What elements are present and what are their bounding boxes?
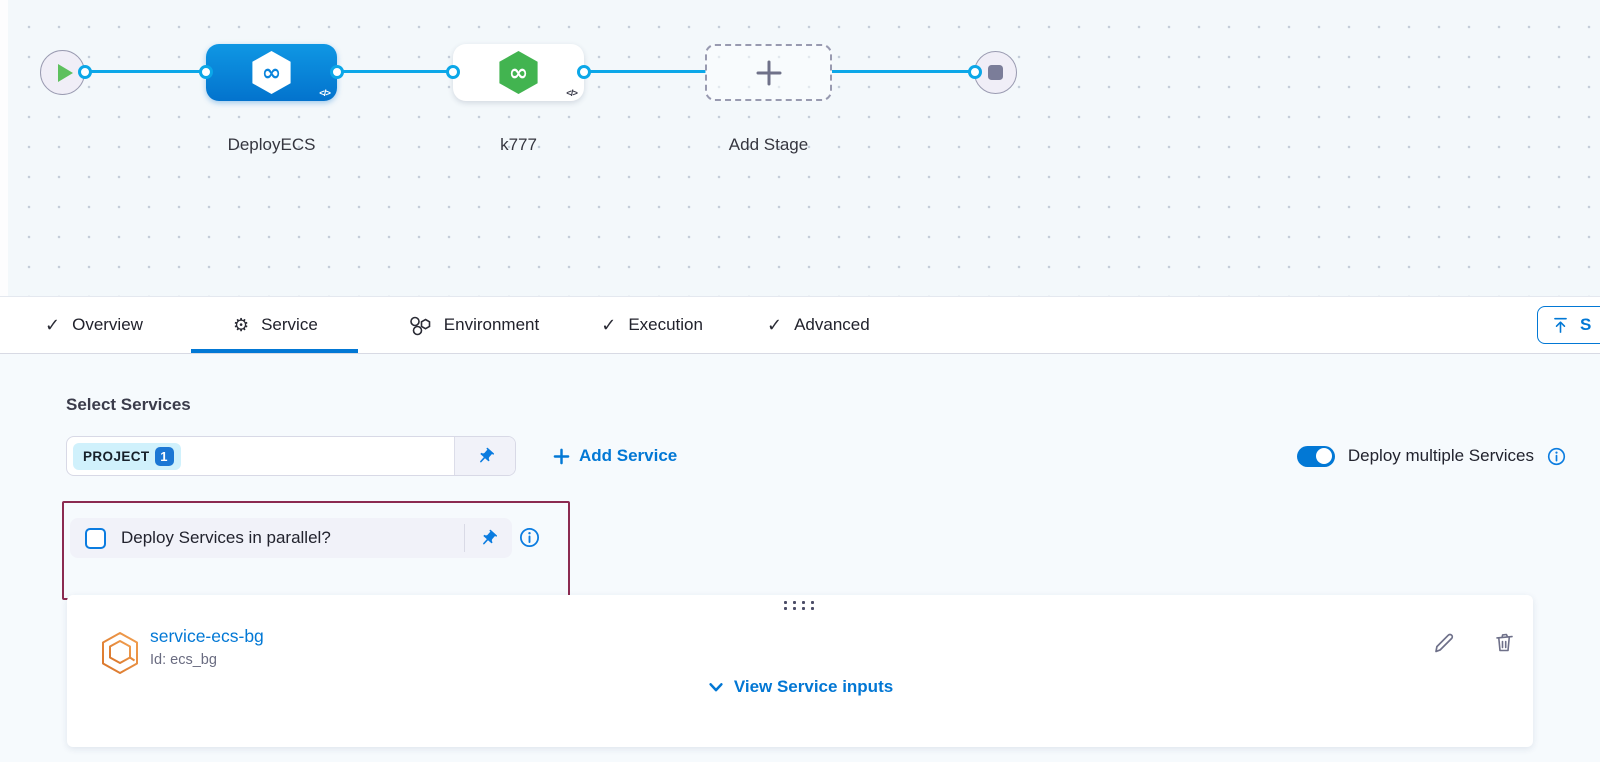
- tab-label: Execution: [628, 315, 703, 335]
- service-identifier: Id: ecs_bg: [150, 652, 217, 668]
- code-view-icon[interactable]: </>: [566, 88, 577, 99]
- drag-handle[interactable]: [784, 601, 816, 612]
- plus-icon: [754, 58, 784, 88]
- svg-text:∞: ∞: [509, 58, 529, 86]
- connector-port: [968, 65, 982, 79]
- stage-label-k777: k777: [453, 135, 584, 155]
- connector-port: [199, 65, 213, 79]
- deploy-multiple-services-label: Deploy multiple Services: [1348, 446, 1534, 466]
- pushpin-icon: [475, 525, 502, 552]
- deploy-parallel-label: Deploy Services in parallel?: [121, 528, 331, 548]
- scope-tag-label: PROJECT: [83, 449, 150, 464]
- stage-label-deployecs: DeployECS: [206, 135, 337, 155]
- chevron-down-icon: [707, 678, 725, 696]
- save-button-label: S: [1580, 315, 1591, 335]
- tab-execution[interactable]: ✓ Execution: [601, 297, 703, 353]
- delete-icon[interactable]: [1492, 630, 1516, 654]
- stage-config-tabbar: ✓ Overview ⚙ Service Environment ✓ Execu…: [0, 297, 1600, 354]
- connector-port: [330, 65, 344, 79]
- canvas-edge: [0, 0, 8, 296]
- tab-service[interactable]: ⚙ Service: [233, 297, 318, 353]
- service-tab-panel: Select Services PROJECT 1: [0, 354, 1600, 762]
- svg-text:∞: ∞: [262, 58, 282, 86]
- select-services-input[interactable]: PROJECT 1: [66, 436, 516, 476]
- connector-port: [446, 65, 460, 79]
- harness-stage-icon: ∞: [495, 49, 542, 96]
- tab-overview[interactable]: ✓ Overview: [45, 297, 143, 353]
- tab-environment[interactable]: Environment: [408, 297, 539, 353]
- pipeline-canvas[interactable]: ∞ </> ∞ </> DeployECS k777 Ad: [0, 0, 1600, 297]
- fixed-value-pin-button[interactable]: [454, 437, 515, 475]
- add-service-label: Add Service: [579, 446, 677, 466]
- deploy-parallel-field: Deploy Services in parallel?: [70, 518, 512, 558]
- connector-line: [85, 70, 207, 73]
- tab-label: Environment: [444, 315, 539, 335]
- edit-icon[interactable]: [1431, 630, 1455, 654]
- add-service-button[interactable]: Add Service: [553, 446, 677, 466]
- gear-icon: ⚙: [233, 316, 249, 334]
- harness-stage-icon: ∞: [248, 49, 295, 96]
- deploy-multiple-services-group: Deploy multiple Services: [1297, 446, 1566, 467]
- select-services-label: Select Services: [66, 395, 191, 415]
- upload-icon: [1551, 315, 1570, 335]
- info-icon[interactable]: [519, 527, 540, 548]
- pipeline-studio: ∞ </> ∞ </> DeployECS k777 Ad: [0, 0, 1600, 762]
- tab-label: Advanced: [794, 315, 870, 335]
- tab-label: Overview: [72, 315, 143, 335]
- plus-icon: [553, 448, 570, 465]
- connector-line: [337, 70, 454, 73]
- connector-port: [577, 65, 591, 79]
- view-inputs-label: View Service inputs: [734, 677, 893, 697]
- fixed-value-pin-button[interactable]: [464, 524, 512, 552]
- tab-advanced[interactable]: ✓ Advanced: [767, 297, 870, 353]
- connector-line: [584, 70, 706, 73]
- check-icon: ✓: [601, 316, 616, 334]
- connector-port: [78, 65, 92, 79]
- connector-line: [832, 70, 975, 73]
- stage-node-k777[interactable]: ∞ </>: [453, 44, 584, 101]
- stage-label-add-stage: Add Stage: [705, 135, 832, 155]
- check-icon: ✓: [45, 316, 60, 334]
- stage-node-deployecs[interactable]: ∞ </>: [206, 44, 337, 101]
- info-icon[interactable]: [1547, 447, 1566, 466]
- deploy-parallel-checkbox[interactable]: [85, 528, 106, 549]
- pushpin-icon: [472, 443, 499, 470]
- deploy-multiple-services-toggle[interactable]: [1297, 446, 1335, 467]
- service-name-link[interactable]: service-ecs-bg: [150, 626, 264, 647]
- view-service-inputs-toggle[interactable]: View Service inputs: [67, 677, 1533, 697]
- save-button[interactable]: S: [1537, 306, 1600, 344]
- service-card: service-ecs-bg Id: ecs_bg View Service i…: [67, 595, 1533, 747]
- tab-label: Service: [261, 315, 318, 335]
- add-stage-node[interactable]: [705, 44, 832, 101]
- play-icon: [58, 64, 73, 82]
- ecs-service-icon: [100, 631, 140, 675]
- check-icon: ✓: [767, 316, 782, 334]
- environment-icon: [408, 315, 432, 336]
- code-view-icon[interactable]: </>: [319, 88, 330, 99]
- project-scope-tag[interactable]: PROJECT 1: [73, 443, 181, 470]
- selected-services-value[interactable]: PROJECT 1: [67, 437, 454, 475]
- scope-count-badge: 1: [155, 447, 174, 466]
- stop-icon: [988, 65, 1003, 80]
- toggle-knob: [1316, 448, 1332, 464]
